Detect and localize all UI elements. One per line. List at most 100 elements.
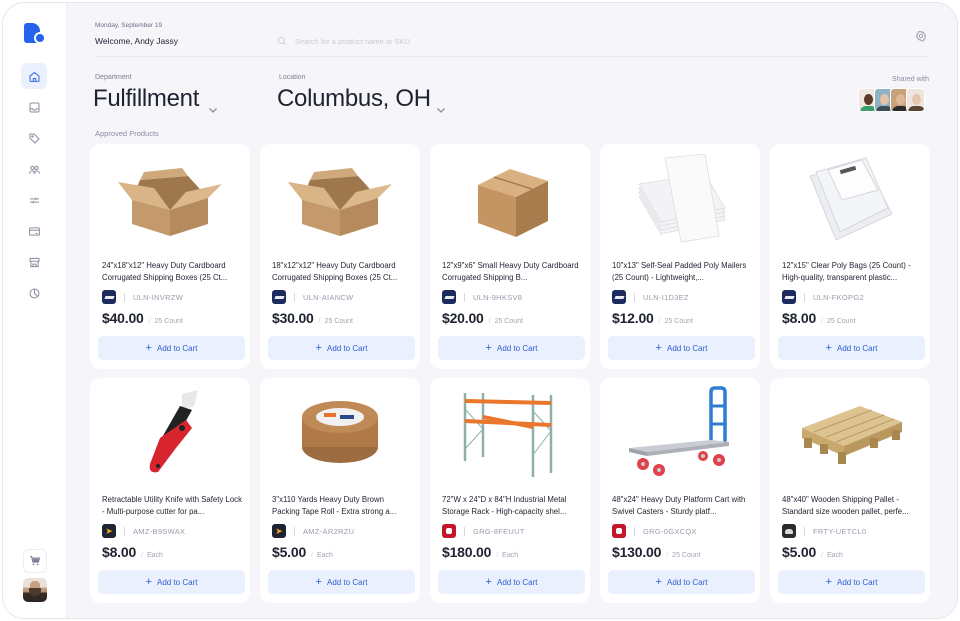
plus-icon: + <box>315 575 322 588</box>
add-to-cart-label: Add to Cart <box>496 343 538 353</box>
sidebar-item-home[interactable] <box>21 63 47 89</box>
app-window: Monday, September 19 Welcome, Andy Jassy… <box>2 2 958 619</box>
product-card[interactable]: 48"x40" Wooden Shipping Pallet - Standar… <box>770 378 930 603</box>
add-to-cart-button[interactable]: + Add to Cart <box>608 570 755 594</box>
add-to-cart-button[interactable]: + Add to Cart <box>438 336 585 360</box>
product-card[interactable]: 24"x18"x12" Heavy Duty Cardboard Corruga… <box>90 144 250 369</box>
price-row: $40.00 /25 Count <box>102 310 183 326</box>
product-image[interactable] <box>430 144 590 252</box>
shared-with-avatars[interactable] <box>858 88 925 112</box>
store-icon <box>29 257 39 267</box>
product-image[interactable] <box>90 144 250 252</box>
location-dropdown[interactable]: Columbus, OH <box>277 85 446 113</box>
product-price: $20.00 <box>442 310 484 326</box>
uline-brand-logo-icon <box>102 290 116 304</box>
product-image[interactable] <box>770 378 930 486</box>
user-avatar[interactable] <box>23 578 47 602</box>
search-input[interactable] <box>295 36 695 46</box>
add-to-cart-button[interactable]: + Add to Cart <box>268 570 415 594</box>
product-card[interactable]: 18"x12"x12" Heavy Duty Cardboard Corruga… <box>260 144 420 369</box>
product-image[interactable] <box>600 144 760 252</box>
sidebar-item-reports[interactable] <box>21 280 47 306</box>
product-unit: /25 Count <box>658 318 693 325</box>
product-meta: ➤ AMZ-AR2RZU <box>272 524 354 538</box>
department-dropdown[interactable]: Fulfillment <box>93 85 218 113</box>
cart-button[interactable] <box>23 549 47 573</box>
product-title[interactable]: 12"x9"x6" Small Heavy Duty Cardboard Cor… <box>442 260 582 284</box>
product-sku: ULN-I1D3EZ <box>643 292 689 302</box>
product-card[interactable]: 10"x13" Self-Seal Padded Poly Mailers (2… <box>600 144 760 369</box>
product-title[interactable]: 3"x110 Yards Heavy Duty Brown Packing Ta… <box>272 494 412 518</box>
add-to-cart-button[interactable]: + Add to Cart <box>778 570 925 594</box>
add-to-cart-button[interactable]: + Add to Cart <box>98 336 245 360</box>
search-bar[interactable] <box>277 33 837 49</box>
frty-brand-logo-icon <box>782 524 796 538</box>
product-price: $5.00 <box>272 544 307 560</box>
settings-button[interactable] <box>915 29 927 42</box>
price-row: $180.00 /Each <box>442 544 518 560</box>
meta-separator <box>634 526 635 536</box>
product-card[interactable]: 48"x24" Heavy Duty Platform Cart with Sw… <box>600 378 760 603</box>
sidebar-item-settings-sliders[interactable] <box>21 187 47 213</box>
product-title[interactable]: 24"x18"x12" Heavy Duty Cardboard Corruga… <box>102 260 242 284</box>
section-title: Approved Products <box>95 129 159 138</box>
sidebar-item-billing[interactable] <box>21 218 47 244</box>
sidebar-item-tags[interactable] <box>21 125 47 151</box>
add-to-cart-button[interactable]: + Add to Cart <box>268 336 415 360</box>
product-title[interactable]: Retractable Utility Knife with Safety Lo… <box>102 494 242 518</box>
pallet-illustration <box>802 406 902 464</box>
price-row: $5.00 /Each <box>782 544 843 560</box>
product-image[interactable] <box>90 378 250 486</box>
product-card[interactable]: 3"x110 Yards Heavy Duty Brown Packing Ta… <box>260 378 420 603</box>
product-image[interactable] <box>260 144 420 252</box>
location-label: Location <box>279 74 306 81</box>
product-title[interactable]: 10"x13" Self-Seal Padded Poly Mailers (2… <box>612 260 752 284</box>
product-price: $12.00 <box>612 310 654 326</box>
product-price: $5.00 <box>782 544 817 560</box>
product-price: $40.00 <box>102 310 144 326</box>
add-to-cart-label: Add to Cart <box>156 343 198 353</box>
product-price: $180.00 <box>442 544 492 560</box>
price-row: $8.00 /25 Count <box>782 310 855 326</box>
product-title[interactable]: 72"W x 24"D x 84"H Industrial Metal Stor… <box>442 494 582 518</box>
product-title[interactable]: 48"x40" Wooden Shipping Pallet - Standar… <box>782 494 922 518</box>
product-sku: ULN-INVRZW <box>133 292 184 302</box>
product-title[interactable]: 12"x15" Clear Poly Bags (25 Count) - Hig… <box>782 260 922 284</box>
product-title[interactable]: 18"x12"x12" Heavy Duty Cardboard Corruga… <box>272 260 412 284</box>
add-to-cart-button[interactable]: + Add to Cart <box>608 336 755 360</box>
plus-icon: + <box>315 341 322 354</box>
add-to-cart-button[interactable]: + Add to Cart <box>98 570 245 594</box>
poly-bags-illustration <box>809 157 893 241</box>
meta-separator <box>294 526 295 536</box>
product-meta: ULN-9HKSV8 <box>442 290 522 304</box>
meta-separator <box>804 526 805 536</box>
product-card[interactable]: 72"W x 24"D x 84"H Industrial Metal Stor… <box>430 378 590 603</box>
product-card[interactable]: 12"x15" Clear Poly Bags (25 Count) - Hig… <box>770 144 930 369</box>
app-logo[interactable] <box>24 23 46 44</box>
price-row: $5.00 /Each <box>272 544 333 560</box>
product-image[interactable] <box>260 378 420 486</box>
product-image[interactable] <box>600 378 760 486</box>
shared-avatar[interactable] <box>906 88 925 112</box>
product-meta: ULN-INVRZW <box>102 290 183 304</box>
product-card[interactable]: 12"x9"x6" Small Heavy Duty Cardboard Cor… <box>430 144 590 369</box>
open-box-illustration <box>288 168 392 236</box>
grg-brand-logo-icon <box>442 524 456 538</box>
add-to-cart-button[interactable]: + Add to Cart <box>438 570 585 594</box>
cart-icon <box>30 555 41 566</box>
sidebar-item-inbox[interactable] <box>21 94 47 120</box>
product-card[interactable]: Retractable Utility Knife with Safety Lo… <box>90 378 250 603</box>
platform-cart-illustration <box>629 386 729 476</box>
product-title[interactable]: 48"x24" Heavy Duty Platform Cart with Sw… <box>612 494 752 518</box>
product-meta: ULN-AIANCW <box>272 290 354 304</box>
add-to-cart-button[interactable]: + Add to Cart <box>778 336 925 360</box>
rack-illustration <box>463 393 553 477</box>
product-image[interactable] <box>430 378 590 486</box>
sidebar-item-store[interactable] <box>21 249 47 275</box>
search-icon <box>277 36 287 46</box>
product-sku: AMZ-AR2RZU <box>303 526 355 536</box>
sidebar-item-team[interactable] <box>21 156 47 182</box>
knife-illustration <box>149 390 198 473</box>
price-row: $20.00 /25 Count <box>442 310 523 326</box>
product-image[interactable] <box>770 144 930 252</box>
